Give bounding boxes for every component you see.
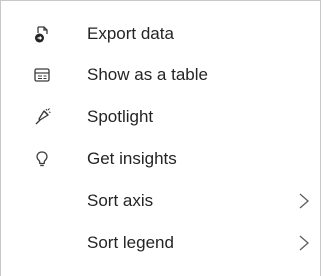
menu-item-get-insights[interactable]: Get insights [1, 138, 320, 180]
menu-item-label: Sort legend [87, 233, 174, 252]
table-icon [32, 65, 52, 85]
menu-item-label: Spotlight [87, 107, 154, 126]
menu-item-show-as-table[interactable]: Show as a table [1, 54, 320, 96]
menu-item-sort-legend[interactable]: Sort legend [1, 222, 320, 264]
menu-item-spotlight[interactable]: Spotlight [1, 96, 320, 138]
chevron-right-icon [297, 192, 311, 210]
spotlight-icon [32, 107, 52, 127]
menu-item-label: Export data [87, 24, 174, 43]
menu-item-label: Sort axis [87, 191, 154, 210]
menu-item-export-data[interactable]: Export data [1, 13, 320, 55]
menu-item-label: Get insights [87, 149, 177, 168]
export-data-icon [32, 24, 52, 44]
menu-item-sort-axis[interactable]: Sort axis [1, 180, 320, 222]
lightbulb-icon [32, 149, 52, 169]
menu-item-label: Show as a table [87, 65, 208, 84]
chevron-right-icon [297, 234, 311, 252]
context-menu: Export data Show as a table Spotlight Ge… [0, 0, 321, 276]
